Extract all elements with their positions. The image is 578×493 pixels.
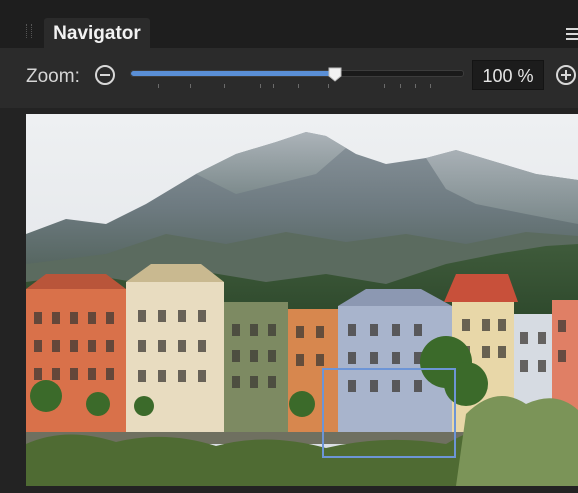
zoom-label: Zoom: [26,66,80,87]
zoom-slider-ticks [130,84,462,90]
zoom-value-field[interactable]: 100 % [472,60,544,90]
navigator-preview-frame [0,108,578,493]
zoom-slider-thumb[interactable] [328,67,342,82]
zoom-slider-fill [131,71,337,76]
panel-tab-bar: Navigator [0,0,578,49]
zoom-slider-track[interactable] [130,70,464,77]
navigator-preview-image[interactable] [26,114,578,486]
zoom-toolbar: Zoom: 100 % [0,48,578,108]
zoom-in-button[interactable] [556,65,576,85]
zoom-out-button[interactable] [95,65,115,85]
hamburger-menu-icon[interactable] [566,28,578,40]
drag-grip-icon[interactable] [26,24,32,38]
navigator-viewport-rectangle[interactable] [322,368,456,458]
tab-navigator[interactable]: Navigator [44,18,150,49]
